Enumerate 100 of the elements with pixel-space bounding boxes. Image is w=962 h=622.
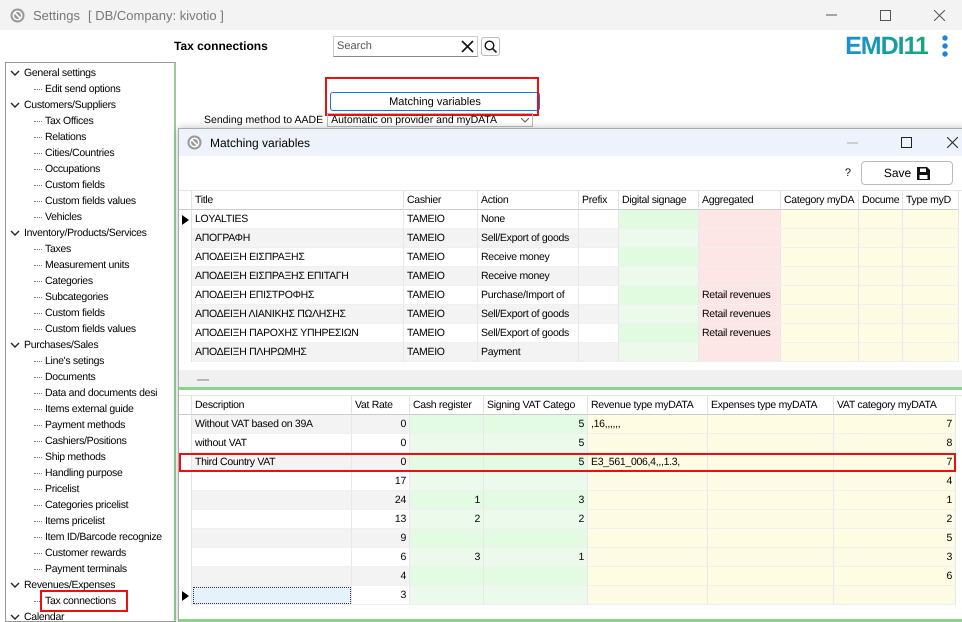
table-cell (579, 305, 619, 324)
table-cell: ΑΠΟΓΡΑΦΗ (192, 229, 404, 248)
maximize-icon (900, 137, 912, 148)
table-row[interactable]: 17 4 (179, 472, 956, 491)
tree-item[interactable]: Custom fields values (44, 195, 137, 207)
tree-item[interactable]: Custom fields values (44, 323, 137, 335)
chevron-icon[interactable] (10, 580, 20, 590)
more-icon[interactable] (942, 35, 948, 57)
tree-item[interactable]: Vehicles (44, 211, 83, 223)
tree-item[interactable]: Inventory/Products/Services (23, 227, 148, 239)
tree-item[interactable]: Edit send options (44, 83, 122, 95)
matching-variables-button[interactable]: Matching variables (330, 92, 540, 111)
table-cell: ΤΑΜΕΙΟ (404, 248, 478, 267)
table-cell: 2 (410, 510, 484, 529)
tree-item[interactable]: Customers/Suppliers (23, 99, 117, 111)
table-cell: 4 (352, 567, 410, 586)
chevron-icon[interactable] (10, 228, 20, 238)
table-row[interactable]: Third Country VAT 0 5 E3_561_006,4,,,1.3, 7 (179, 453, 956, 472)
table-cell: 4 (834, 472, 956, 491)
table-row[interactable]: 9 5 (179, 529, 956, 548)
tree-item[interactable]: Categories pricelist (44, 499, 130, 511)
tree-item[interactable]: Relations (44, 131, 88, 143)
table-cell: ΤΑΜΕΙΟ (404, 267, 478, 286)
table-cell (859, 343, 903, 362)
save-button[interactable]: Save (861, 161, 953, 185)
tree-item[interactable]: Payment terminals (44, 563, 128, 575)
search-field[interactable]: Search (333, 36, 478, 56)
table-row[interactable]: ΑΠΟΔΕΙΞΗ ΕΙΣΠΡΑΞΗΣ ΕΠΙΤΑΓΗ ΤΑΜΕΙΟ Receive money (179, 267, 959, 286)
tree-item[interactable]: Purchases/Sales (23, 339, 100, 351)
tree-item[interactable]: Line's setings (44, 355, 106, 367)
tree-item[interactable]: General settings (23, 67, 97, 79)
chevron-icon[interactable] (10, 100, 20, 110)
table-cell: 3 (352, 586, 410, 605)
tree-item[interactable]: Customer rewards (44, 547, 127, 559)
table-row[interactable]: without VAT 0 5 8 (179, 434, 956, 453)
table-row[interactable]: ΑΠΟΔΕΙΞΗ ΕΠΙΣΤΡΟΦΗΣ ΤΑΜΕΙΟ Purchase/Import of Retail revenues (179, 286, 959, 305)
tree-item[interactable]: Taxes (44, 243, 72, 255)
tree-item[interactable]: Documents (44, 371, 96, 383)
help-link[interactable]: ? (844, 167, 851, 179)
tree-item[interactable]: Custom fields (44, 179, 106, 191)
tree-item[interactable]: Cities/Countries (44, 147, 116, 159)
table-cell (579, 267, 619, 286)
tree-item[interactable]: Measurement units (44, 259, 130, 271)
table-cell (859, 210, 903, 229)
chevron-icon[interactable] (10, 340, 20, 350)
table-row[interactable]: ΑΠΟΔΕΙΞΗ ΠΛΗΡΩΜΗΣ ΤΑΜΕΙΟ Payment (179, 343, 959, 362)
tree-item[interactable]: Calendar (23, 611, 66, 622)
chevron-icon[interactable] (10, 612, 20, 622)
chevron-icon[interactable] (10, 68, 20, 78)
close-icon (934, 10, 944, 20)
table-cell (903, 267, 959, 286)
tree-item[interactable]: Cashiers/Positions (44, 435, 128, 447)
table-cell: 5 (484, 434, 588, 453)
clear-icon[interactable] (461, 40, 474, 52)
table-row[interactable]: ΑΠΟΔΕΙΞΗ ΛΙΑΝΙΚΗΣ ΠΩΛΗΣΗΣ ΤΑΜΕΙΟ Sell/Export of goods Retail revenues (179, 305, 959, 324)
table-cell: 1 (834, 491, 956, 510)
tree-item[interactable]: Categories (44, 275, 94, 287)
floppy-icon (917, 166, 930, 180)
table-cell: ΤΑΜΕΙΟ (404, 286, 478, 305)
table-row[interactable]: 3 (179, 586, 956, 605)
splitter-handle[interactable]: — (197, 372, 209, 386)
table-cell: Retail revenues (699, 305, 781, 324)
table-row[interactable]: 4 6 (179, 567, 956, 586)
tree-item[interactable]: Items pricelist (44, 515, 106, 527)
table-row[interactable]: LOYALTIES ΤΑΜΕΙΟ None (179, 210, 959, 229)
table-cell: ,16,,,,,, (588, 415, 708, 434)
table-row[interactable]: ΑΠΟΔΕΙΞΗ ΕΙΣΠΡΑΞΗΣ ΤΑΜΕΙΟ Receive money (179, 248, 959, 267)
tree-item[interactable]: Tax Offices (44, 115, 94, 127)
tree-item[interactable]: Item ID/Barcode recognize (44, 531, 163, 543)
table-cell: 5 (484, 415, 588, 434)
table-cell (579, 286, 619, 305)
table-row[interactable]: Without VAT based on 39A 0 5 ,16,,,,,, 7 (179, 415, 956, 434)
tree-item[interactable]: Handling purpose (44, 467, 124, 479)
tree-item[interactable]: Tax connections (40, 590, 128, 612)
tree-item[interactable]: Payment methods (44, 419, 126, 431)
tree-item[interactable]: Occupations (44, 163, 102, 175)
table-cell: None (478, 210, 579, 229)
table-cell: 2 (834, 510, 956, 529)
table-cell: 0 (352, 415, 410, 434)
tree-item[interactable]: Data and documents desi (44, 387, 158, 399)
table-row[interactable]: ΑΠΟΔΕΙΞΗ ΠΑΡΟΧΗΣ ΥΠΗΡΕΣΙΩΝ ΤΑΜΕΙΟ Sell/Export of goods Retail revenues (179, 324, 959, 343)
table-row[interactable]: 6 3 1 3 (179, 548, 956, 567)
table-row[interactable]: 24 1 3 1 (179, 491, 956, 510)
search-button[interactable] (481, 36, 500, 56)
tree-item[interactable]: Revenues/Expenses (23, 579, 116, 591)
table-row[interactable]: 13 2 2 2 (179, 510, 956, 529)
tree-item[interactable]: Subcategories (44, 291, 110, 303)
table-cell: ΤΑΜΕΙΟ (404, 305, 478, 324)
row-pointer-icon (182, 214, 188, 224)
sending-method-select[interactable]: Automatic on provider and myDATA (327, 113, 534, 127)
tree-item[interactable]: Custom fields (44, 307, 106, 319)
maximize-icon (880, 10, 890, 20)
tree-item[interactable]: Pricelist (44, 483, 80, 495)
table-cell: Sell/Export of goods (478, 324, 579, 343)
section-title: Tax connections (174, 39, 269, 53)
table-cell: 0 (352, 434, 410, 453)
table-cell: Without VAT based on 39A (192, 415, 352, 434)
tree-item[interactable]: Ship methods (44, 451, 107, 463)
tree-item[interactable]: Items external guide (44, 403, 135, 415)
table-row[interactable]: ΑΠΟΓΡΑΦΗ ΤΑΜΕΙΟ Sell/Export of goods (179, 229, 959, 248)
